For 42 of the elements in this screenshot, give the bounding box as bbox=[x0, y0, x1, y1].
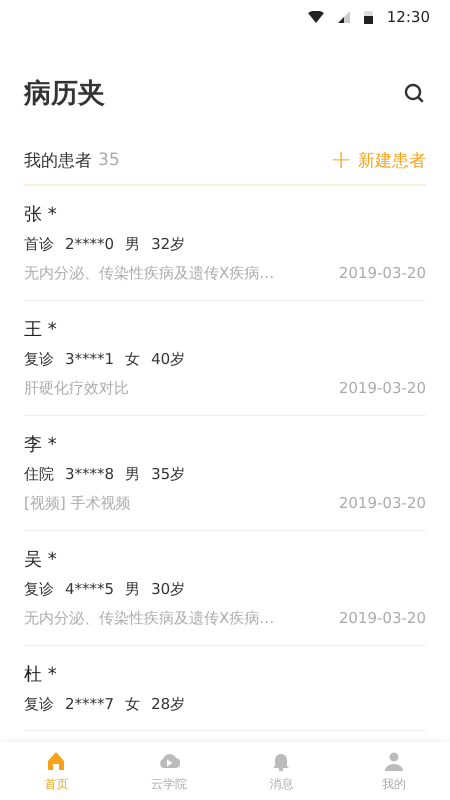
patient-sex: 男 bbox=[125, 464, 140, 485]
patient-name[interactable]: 李 * bbox=[24, 430, 426, 460]
patient-id: 3****1 bbox=[65, 349, 114, 370]
page-title: 病历夹 bbox=[24, 77, 105, 111]
visit-type: 住院 bbox=[24, 464, 54, 485]
patient-sex: 男 bbox=[125, 234, 140, 255]
patient-name[interactable]: 杜 * bbox=[24, 660, 426, 690]
patient-age: 28岁 bbox=[151, 694, 186, 715]
status-time: 12:30 bbox=[386, 8, 430, 26]
patient-sex: 男 bbox=[125, 579, 140, 600]
record-date: 2019-03-20 bbox=[338, 263, 426, 284]
patient-id: 3****8 bbox=[65, 464, 114, 485]
record-note: 无内分泌、传染性疾病及遗传X疾病… bbox=[24, 608, 274, 629]
patient-name[interactable]: 张 * bbox=[24, 200, 426, 230]
record-date: 2019-03-20 bbox=[338, 493, 426, 514]
patient-age: 30岁 bbox=[151, 579, 186, 600]
visit-type: 复诊 bbox=[24, 694, 54, 715]
patient-id: 2****0 bbox=[65, 234, 114, 255]
visit-type: 复诊 bbox=[24, 579, 54, 600]
patient-name[interactable]: 王 * bbox=[24, 315, 426, 345]
signal-icon bbox=[338, 11, 350, 23]
record-note: [视频] 手术视频 bbox=[24, 493, 130, 514]
visit-type: 复诊 bbox=[24, 349, 54, 370]
wifi-icon bbox=[308, 11, 324, 23]
patient-id: 4****5 bbox=[65, 579, 114, 600]
patient-sex: 女 bbox=[125, 349, 140, 370]
battery-icon bbox=[364, 10, 373, 24]
record-date: 2019-03-20 bbox=[338, 378, 426, 399]
patient-count: 35 bbox=[98, 150, 120, 170]
patient-age: 32岁 bbox=[151, 234, 186, 255]
patient-id: 2****7 bbox=[65, 694, 114, 715]
person-icon bbox=[382, 750, 405, 772]
patient-age: 35岁 bbox=[151, 464, 186, 485]
search-icon[interactable] bbox=[404, 83, 424, 103]
record-note: 肝硬化疗效对比 bbox=[24, 378, 129, 399]
patient-name[interactable]: 吴 * bbox=[24, 545, 426, 575]
patient-sex: 女 bbox=[125, 694, 140, 715]
visit-type: 首诊 bbox=[24, 234, 54, 255]
section-title: 我的患者 bbox=[24, 150, 92, 172]
patient-age: 40岁 bbox=[151, 349, 186, 370]
record-date: 2019-03-20 bbox=[338, 608, 426, 629]
record-note: 无内分泌、传染性疾病及遗传X疾病… bbox=[24, 263, 274, 284]
